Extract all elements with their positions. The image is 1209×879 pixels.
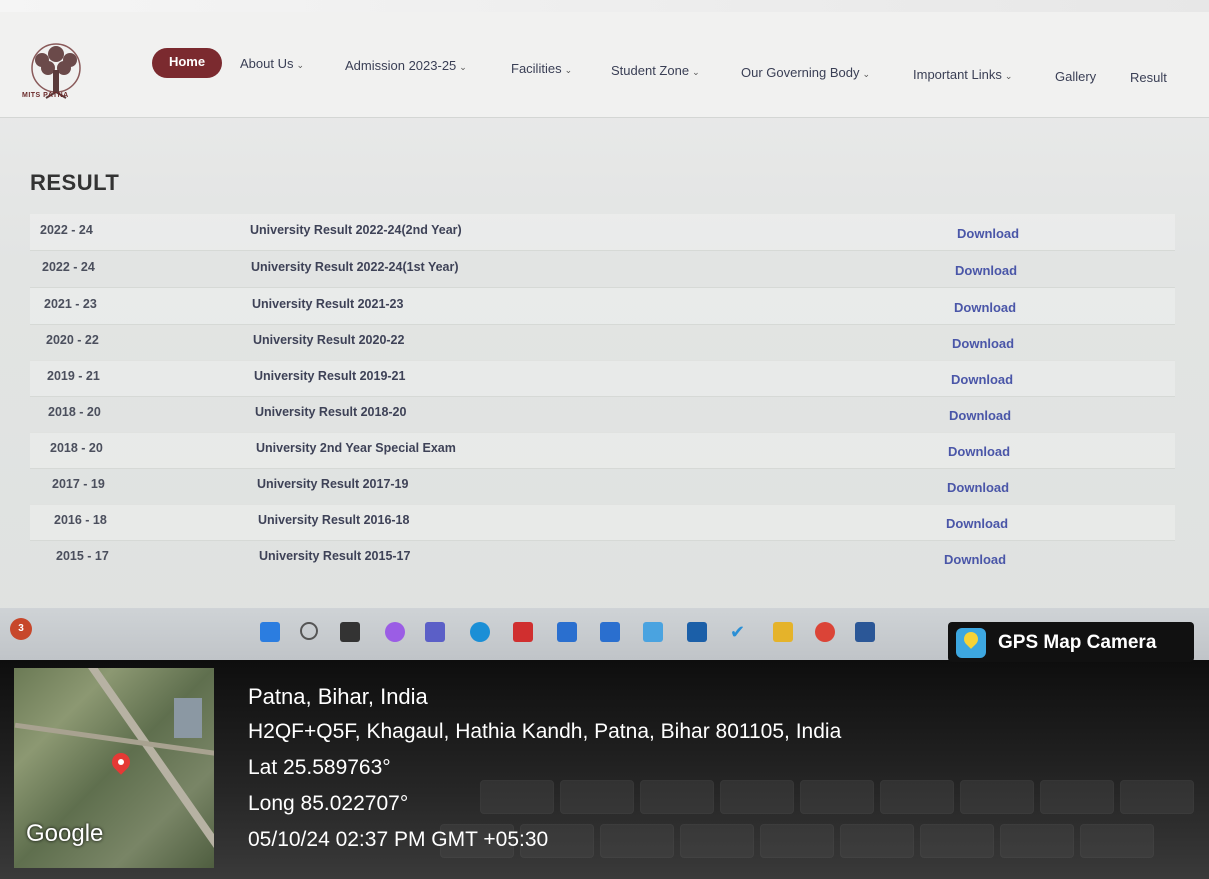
download-link[interactable]: Download (952, 336, 1014, 351)
nav-admission[interactable]: Admission 2023-25 ⌄ (345, 58, 467, 73)
app-icon[interactable] (643, 622, 663, 642)
result-title: University Result 2017-19 (257, 477, 409, 491)
download-link[interactable]: Download (951, 372, 1013, 387)
result-title: University Result 2022-24(2nd Year) (250, 223, 462, 237)
result-title: University Result 2019-21 (254, 369, 406, 383)
nav-important-links-label: Important Links (913, 67, 1002, 82)
map-thumbnail: Google (14, 668, 214, 868)
copilot-icon[interactable] (385, 622, 405, 642)
map-google-label: Google (26, 820, 104, 847)
nav-about-us[interactable]: About Us ⌄ (240, 56, 304, 71)
gps-camera-label: GPS Map Camera (998, 632, 1157, 653)
logo-caption: MITS PATNA (22, 92, 69, 99)
result-title: University Result 2016-18 (258, 513, 410, 527)
nav-about-us-label: About Us (240, 56, 294, 71)
nav-facilities-label: Facilities (511, 61, 562, 76)
windows-start-icon[interactable] (260, 622, 280, 642)
gps-longitude: Long 85.022707° (248, 792, 409, 815)
download-link[interactable]: Download (957, 226, 1019, 241)
todo-icon[interactable]: ✔ (730, 622, 750, 642)
word-icon[interactable] (855, 622, 875, 642)
page-title: RESULT (30, 170, 120, 195)
college-logo-icon[interactable] (20, 38, 92, 110)
folder-icon[interactable] (773, 622, 793, 642)
result-year: 2018 - 20 (48, 405, 101, 419)
file-explorer-icon[interactable] (340, 622, 360, 642)
result-title: University Result 2022-24(1st Year) (251, 260, 459, 274)
result-year: 2018 - 20 (50, 441, 103, 455)
chevron-down-icon: ⌄ (862, 69, 871, 79)
result-title: University Result 2018-20 (255, 405, 407, 419)
nav-result[interactable]: Result (1130, 70, 1167, 85)
download-link[interactable]: Download (946, 516, 1008, 531)
chevron-down-icon: ⌄ (459, 62, 467, 72)
table-row: 2020 - 22 University Result 2020-22 Down… (30, 324, 1175, 361)
table-row: 2017 - 19 University Result 2017-19 Down… (30, 468, 1175, 505)
chevron-down-icon: ⌄ (1004, 71, 1013, 81)
laptop-screen: MITS PATNA Home About Us ⌄ Admission 2023… (0, 0, 1209, 660)
gps-address: H2QF+Q5F, Khagaul, Hathia Kandh, Patna, … (248, 720, 842, 743)
search-icon[interactable] (300, 622, 318, 640)
table-row: 2015 - 17 University Result 2015-17 Down… (30, 540, 1175, 576)
table-row: 2018 - 20 University Result 2018-20 Down… (30, 396, 1175, 433)
keyboard-background (440, 780, 1209, 879)
location-pin-dot (118, 759, 124, 765)
download-link[interactable]: Download (944, 552, 1006, 567)
nav-facilities[interactable]: Facilities ⌄ (511, 61, 572, 76)
result-year: 2016 - 18 (54, 513, 107, 527)
download-link[interactable]: Download (948, 444, 1010, 459)
result-title: University Result 2021-23 (252, 297, 404, 311)
mcafee-icon[interactable] (513, 622, 533, 642)
gps-latitude: Lat 25.589763° (248, 756, 391, 779)
table-row: 2021 - 23 University Result 2021-23 Down… (30, 288, 1175, 325)
download-link[interactable]: Download (949, 408, 1011, 423)
notification-badge[interactable]: 3 (10, 618, 32, 640)
chrome-icon[interactable] (815, 622, 835, 642)
gps-place: Patna, Bihar, India (248, 684, 428, 709)
result-year: 2022 - 24 (42, 260, 95, 274)
result-year: 2022 - 24 (40, 223, 93, 237)
table-row: 2022 - 24 University Result 2022-24(2nd … (30, 214, 1175, 251)
result-title: University Result 2020-22 (253, 333, 405, 347)
store-icon[interactable] (557, 622, 577, 642)
browser-top-strip (0, 0, 1209, 12)
chevron-down-icon: ⌄ (296, 60, 305, 70)
result-title: University Result 2015-17 (259, 549, 411, 563)
chevron-down-icon: ⌄ (564, 65, 573, 75)
office-icon[interactable] (600, 622, 620, 642)
download-link[interactable]: Download (955, 263, 1017, 278)
table-row: 2018 - 20 University 2nd Year Special Ex… (30, 432, 1175, 469)
table-row: 2016 - 18 University Result 2016-18 Down… (30, 504, 1175, 541)
app-icon-2[interactable] (687, 622, 707, 642)
result-year: 2015 - 17 (56, 549, 109, 563)
chevron-down-icon: ⌄ (692, 67, 700, 77)
result-year: 2021 - 23 (44, 297, 97, 311)
teams-icon[interactable] (425, 622, 445, 642)
nav-governing-body-label: Our Governing Body (741, 65, 860, 80)
download-link[interactable]: Download (947, 480, 1009, 495)
nav-student-zone-label: Student Zone (611, 63, 690, 78)
result-year: 2020 - 22 (46, 333, 99, 347)
result-title: University 2nd Year Special Exam (256, 441, 456, 455)
nav-admission-label: Admission 2023-25 (345, 58, 457, 73)
nav-student-zone[interactable]: Student Zone ⌄ (611, 63, 700, 78)
map-building (174, 698, 202, 738)
table-row: 2019 - 21 University Result 2019-21 Down… (30, 360, 1175, 397)
edge-icon[interactable] (470, 622, 490, 642)
gps-timestamp: 05/10/24 02:37 PM GMT +05:30 (248, 828, 549, 851)
nav-governing-body[interactable]: Our Governing Body ⌄ (741, 65, 870, 80)
result-year: 2019 - 21 (47, 369, 100, 383)
nav-gallery[interactable]: Gallery (1055, 69, 1096, 84)
table-row: 2022 - 24 University Result 2022-24(1st … (30, 251, 1175, 288)
result-year: 2017 - 19 (52, 477, 105, 491)
nav-home[interactable]: Home (152, 48, 222, 78)
download-link[interactable]: Download (954, 300, 1016, 315)
nav-important-links[interactable]: Important Links ⌄ (913, 67, 1012, 82)
